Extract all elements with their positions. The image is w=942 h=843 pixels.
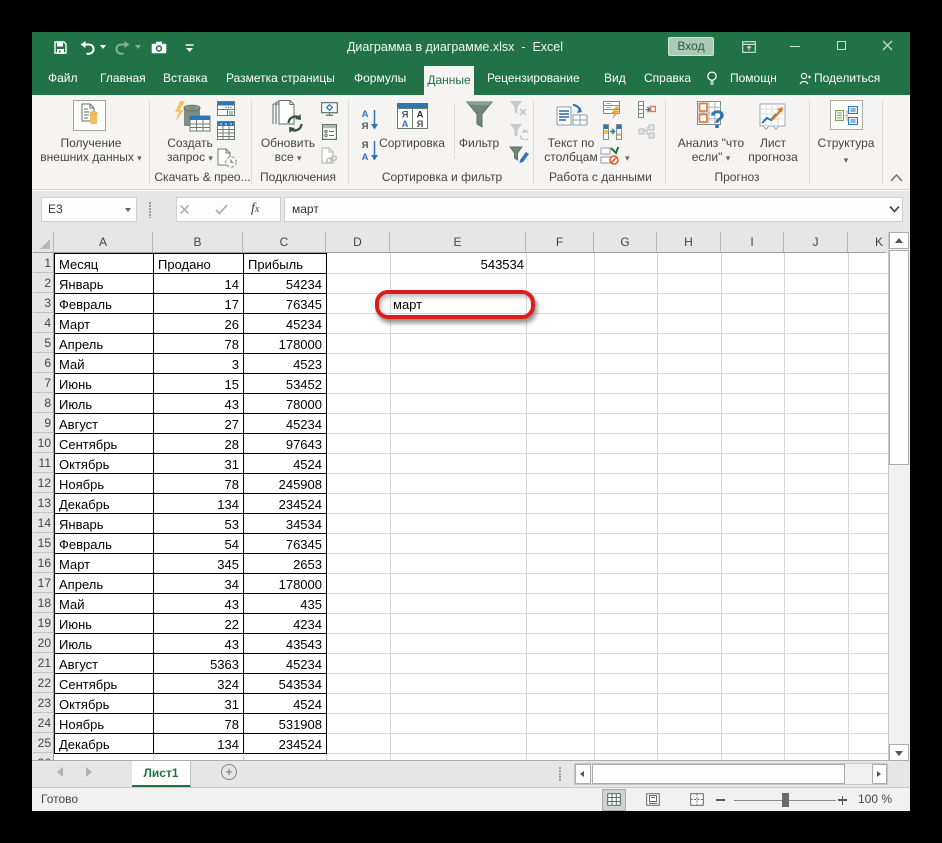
svg-text:Я: Я [417, 119, 424, 129]
svg-text:Я: Я [362, 121, 369, 132]
svg-text:?: ? [710, 106, 725, 130]
svg-text:А: А [362, 109, 369, 120]
svg-text:А: А [362, 152, 369, 163]
svg-text:А: А [402, 119, 409, 129]
